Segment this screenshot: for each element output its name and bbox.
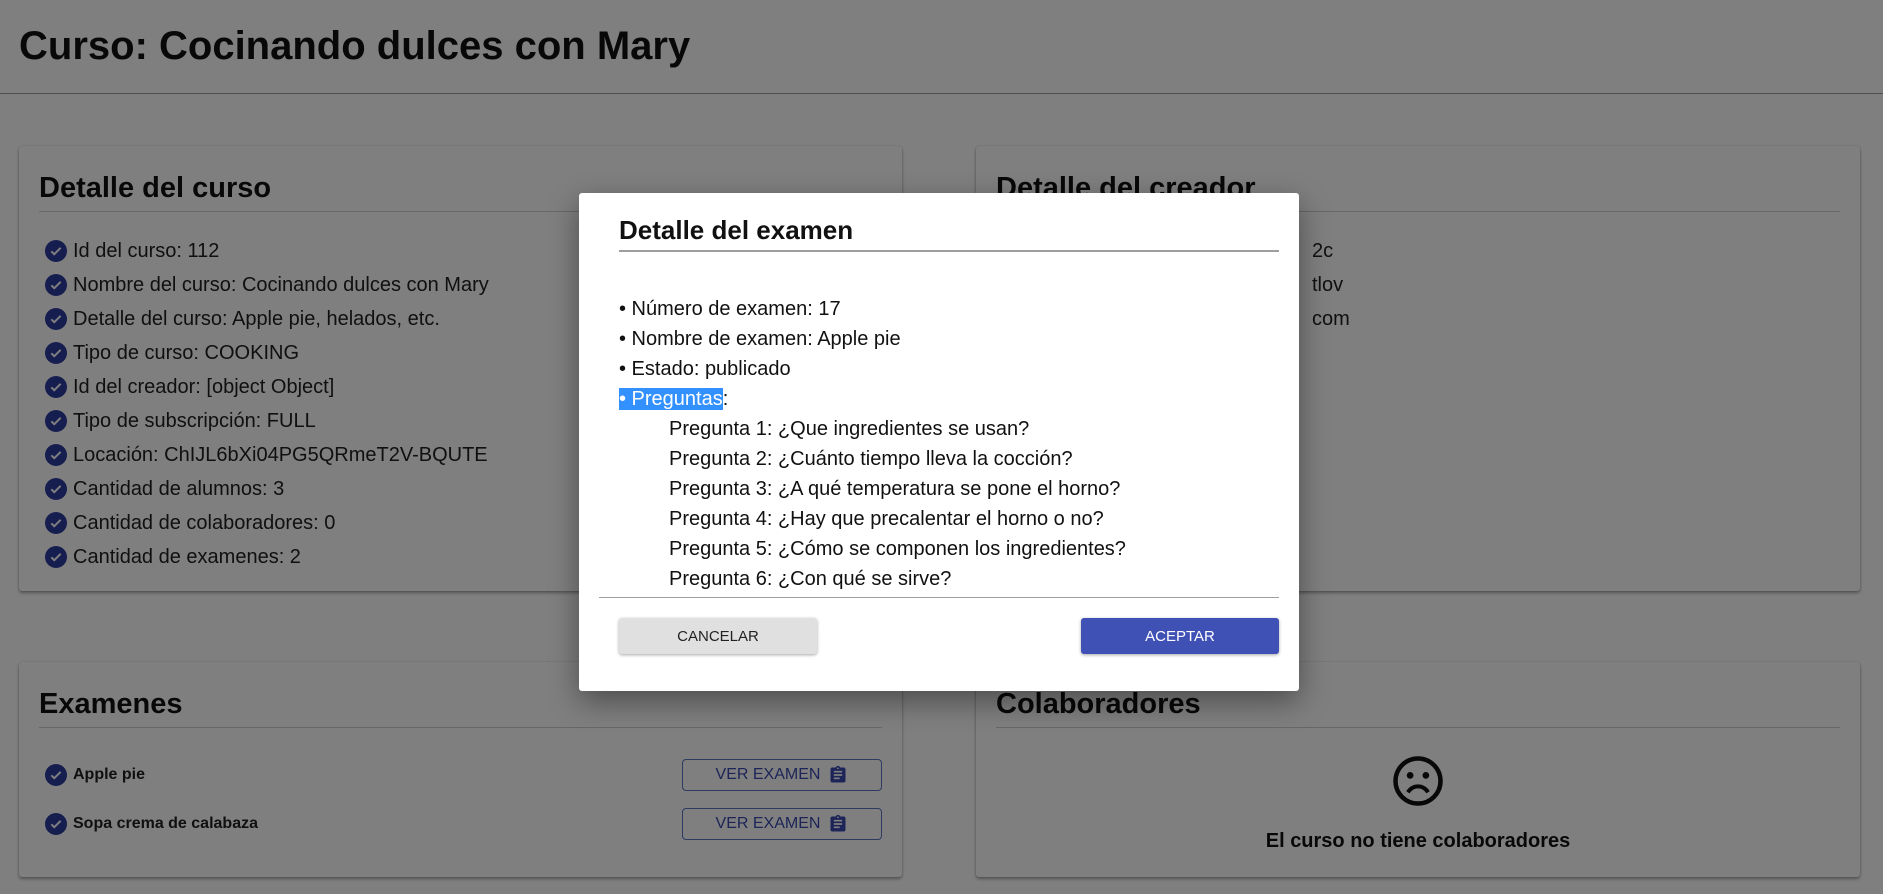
questions-label: • Preguntas:	[619, 384, 1279, 414]
dialog-title: Detalle del examen	[619, 215, 1279, 252]
question-item: Pregunta 1: ¿Que ingredientes se usan?	[669, 418, 1030, 440]
cancel-button[interactable]: CANCELAR	[619, 618, 817, 654]
exam-status: • Estado: publicado	[619, 358, 791, 380]
questions-label-colon: :	[722, 388, 729, 410]
exam-name: • Nombre de examen: Apple pie	[619, 328, 901, 350]
exam-detail-dialog: Detalle del examen • Número de examen: 1…	[579, 193, 1299, 691]
question-item: Pregunta 2: ¿Cuánto tiempo lleva la cocc…	[669, 448, 1073, 470]
question-item: Pregunta 4: ¿Hay que precalentar el horn…	[669, 508, 1104, 530]
selected-text: • Preguntas	[619, 388, 723, 410]
question-item: Pregunta 3: ¿A qué temperatura se pone e…	[669, 478, 1121, 500]
exam-number: • Número de examen: 17	[619, 298, 841, 320]
question-item: Pregunta 5: ¿Cómo se componen los ingred…	[669, 538, 1126, 560]
dialog-actions: CANCELAR ACEPTAR	[619, 598, 1279, 654]
accept-button[interactable]: ACEPTAR	[1081, 618, 1279, 654]
dialog-content: • Número de examen: 17 • Nombre de exame…	[599, 252, 1279, 598]
question-item: Pregunta 6: ¿Con qué se sirve?	[669, 568, 952, 590]
